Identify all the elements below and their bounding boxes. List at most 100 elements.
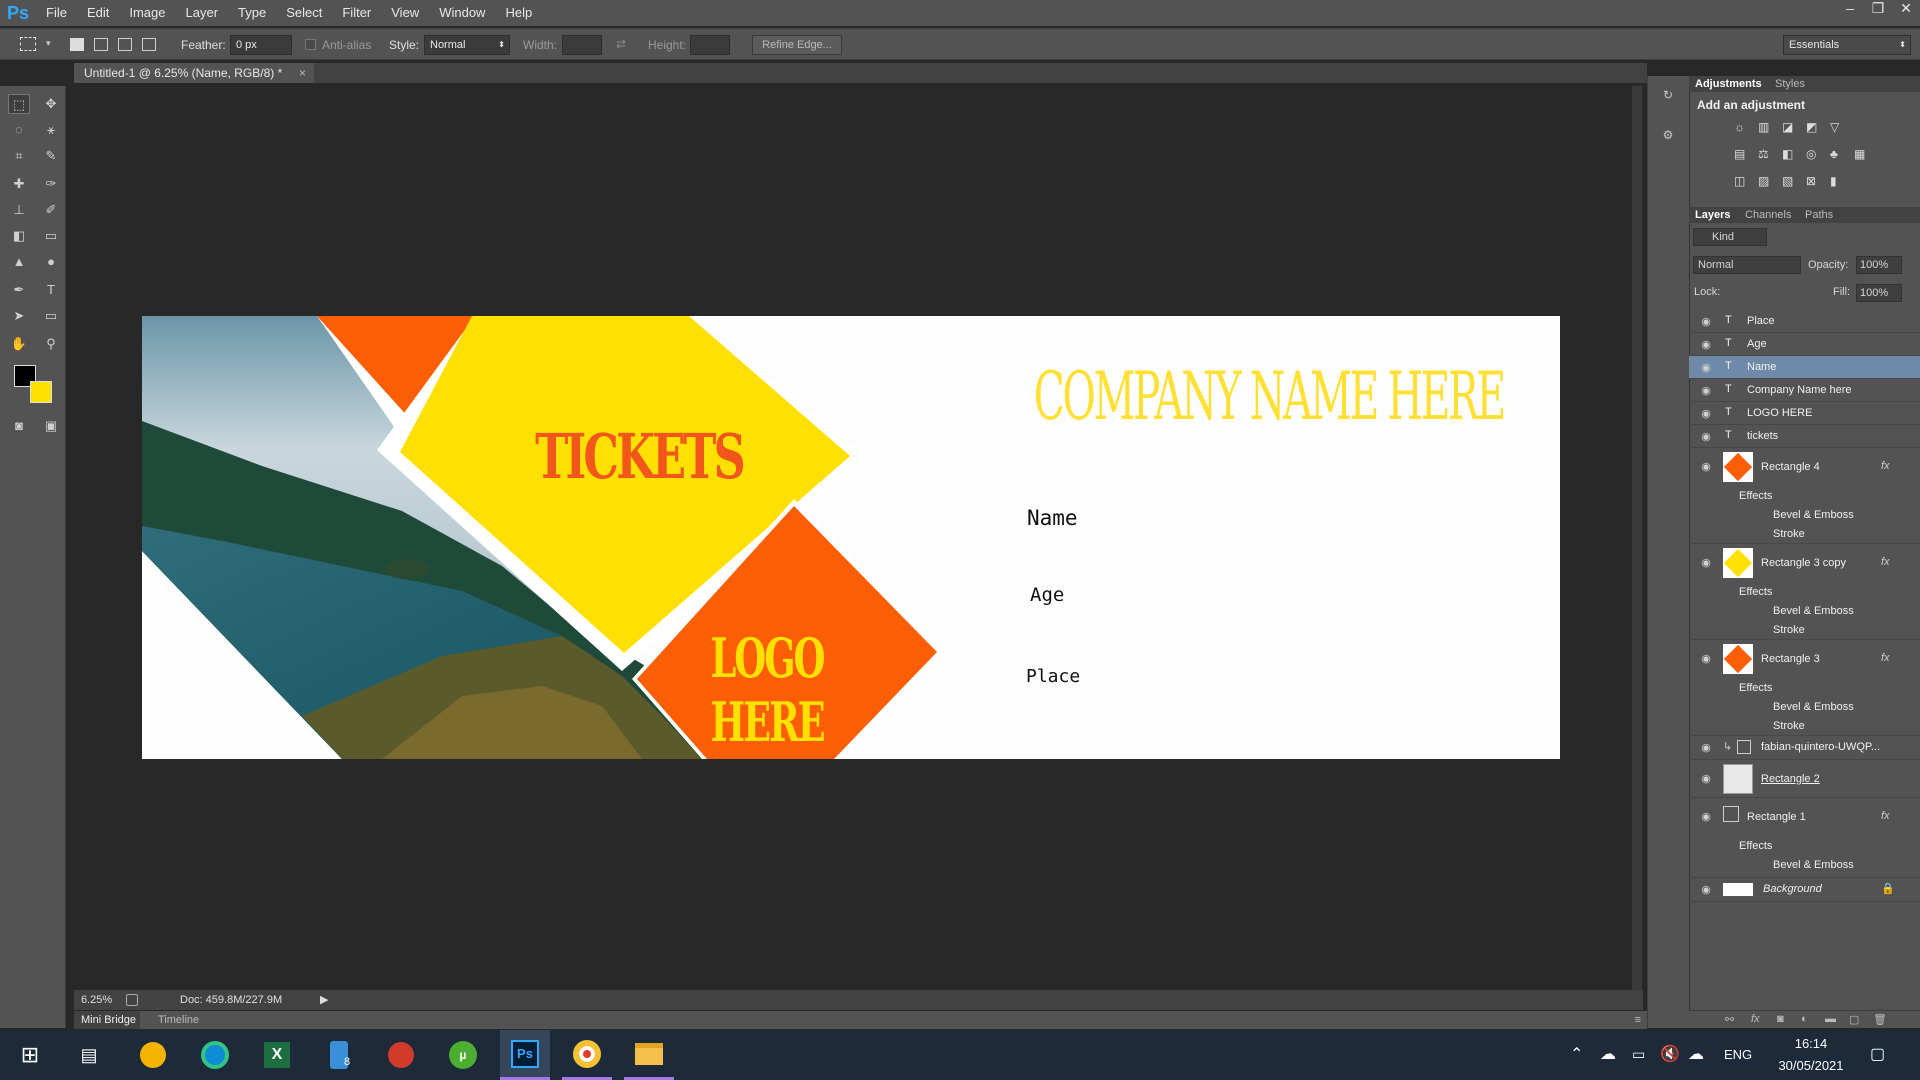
add-selection-icon[interactable] xyxy=(94,38,108,51)
selective-color-icon[interactable]: ⊠ xyxy=(1806,174,1816,188)
dodge-tool-icon[interactable]: ● xyxy=(40,252,62,272)
eyedropper-icon[interactable]: ✎ xyxy=(40,146,62,166)
layer-row[interactable]: ◉ T Place xyxy=(1689,310,1920,333)
eye-icon[interactable]: ◉ xyxy=(1699,556,1713,569)
play-arrow-icon[interactable]: ▶ xyxy=(320,990,328,1010)
refine-edge-button[interactable]: Refine Edge... xyxy=(752,35,842,55)
blur-tool-icon[interactable]: ▲ xyxy=(8,252,30,272)
cloud-sync-icon[interactable]: ☁ xyxy=(1600,1044,1616,1064)
excel-icon[interactable]: X xyxy=(252,1030,302,1080)
tab-layers[interactable]: Layers xyxy=(1695,207,1730,223)
windows-start-icon[interactable]: ⊞ xyxy=(5,1030,55,1080)
menu-window[interactable]: Window xyxy=(429,0,495,26)
zoom-level[interactable]: 6.25% xyxy=(81,990,112,1010)
feather-input[interactable]: 0 px xyxy=(230,35,292,55)
volume-muted-icon[interactable]: 🔇 xyxy=(1660,1044,1680,1064)
tab-styles[interactable]: Styles xyxy=(1775,76,1805,92)
layer-group-rect1[interactable]: ◉ Rectangle 1 fx Effects Bevel & Emboss xyxy=(1689,798,1920,878)
weather-icon[interactable] xyxy=(128,1030,178,1080)
history-icon[interactable]: ↻ xyxy=(1658,88,1678,106)
threshold-icon[interactable]: ▧ xyxy=(1782,174,1793,188)
eye-icon[interactable]: ◉ xyxy=(1699,407,1713,420)
eye-icon[interactable]: ◉ xyxy=(1699,460,1713,473)
hand-tool-icon[interactable]: ✋ xyxy=(8,334,30,354)
tab-mini-bridge[interactable]: Mini Bridge xyxy=(74,1011,140,1029)
layer-row[interactable]: ◉ Ttickets xyxy=(1689,425,1920,448)
invert-icon[interactable]: ◫ xyxy=(1734,174,1745,188)
gradient-icon[interactable]: ▭ xyxy=(40,226,62,246)
document-tab[interactable]: Untitled-1 @ 6.25% (Name, RGB/8) * × xyxy=(74,63,314,83)
hue-saturation-icon[interactable]: ▤ xyxy=(1734,147,1745,161)
trash-icon[interactable]: 🗑 xyxy=(1873,1013,1887,1026)
quick-mask-icon[interactable]: ◙ xyxy=(8,416,30,436)
eye-icon[interactable]: ◉ xyxy=(1699,361,1713,374)
layer-group-rect3copy[interactable]: ◉ Rectangle 3 copy fx Effects Bevel & Em… xyxy=(1689,544,1920,640)
minimize-button[interactable]: – xyxy=(1836,0,1864,20)
menu-filter[interactable]: Filter xyxy=(332,0,381,26)
menu-file[interactable]: File xyxy=(36,0,77,26)
battery-icon[interactable]: ▭ xyxy=(1632,1046,1645,1063)
close-tab-icon[interactable]: × xyxy=(299,63,306,83)
fx-icon[interactable]: fx xyxy=(1881,556,1890,568)
brightness-icon[interactable]: ☼ xyxy=(1734,120,1745,134)
workspace-select[interactable]: Essentials ⬍ xyxy=(1783,35,1911,55)
eye-icon[interactable]: ◉ xyxy=(1699,384,1713,397)
utorrent-icon[interactable]: µ xyxy=(438,1030,488,1080)
exposure-icon[interactable]: ◩ xyxy=(1806,120,1817,134)
layer-row[interactable]: ◉ T Age xyxy=(1689,333,1920,356)
eye-icon[interactable]: ◉ xyxy=(1699,430,1713,443)
black-white-icon[interactable]: ◧ xyxy=(1782,147,1793,161)
layer-row[interactable]: ◉ ↳ fabian-quintero-UWQP... xyxy=(1689,736,1920,760)
restore-button[interactable]: ❐ xyxy=(1864,0,1892,20)
width-input[interactable] xyxy=(562,35,602,55)
menu-view[interactable]: View xyxy=(381,0,429,26)
color-lookup-icon[interactable]: ▦ xyxy=(1854,147,1865,161)
link-icon[interactable]: ⚯ xyxy=(1725,1013,1734,1026)
task-view-icon[interactable]: ▤ xyxy=(64,1030,114,1080)
mask-icon[interactable]: ◙ xyxy=(1777,1013,1784,1025)
menu-select[interactable]: Select xyxy=(276,0,332,26)
channel-mixer-icon[interactable]: ♣ xyxy=(1830,147,1838,161)
clock-time[interactable]: 16:14 xyxy=(1776,1036,1846,1051)
levels-icon[interactable]: ▥ xyxy=(1758,120,1769,134)
eye-icon[interactable]: ◉ xyxy=(1699,810,1713,823)
marquee-tool-icon[interactable] xyxy=(20,37,36,51)
layer-group-rect4[interactable]: ◉ Rectangle 4 fx Effects Bevel & Emboss … xyxy=(1689,448,1920,544)
lasso-tool-icon[interactable]: ◌ xyxy=(8,120,30,140)
vertical-scrollbar[interactable] xyxy=(1632,86,1642,991)
curves-icon[interactable]: ◪ xyxy=(1782,120,1793,134)
fx-icon[interactable]: fx xyxy=(1751,1013,1760,1025)
close-button[interactable]: ✕ xyxy=(1892,0,1920,20)
subtract-selection-icon[interactable] xyxy=(118,38,132,51)
share-icon[interactable] xyxy=(126,994,138,1006)
tab-timeline[interactable]: Timeline xyxy=(158,1011,199,1029)
burner-icon[interactable] xyxy=(376,1030,426,1080)
crop-tool-icon[interactable]: ⌗ xyxy=(8,146,30,166)
layer-group-rect3[interactable]: ◉ Rectangle 3 fx Effects Bevel & Emboss … xyxy=(1689,640,1920,736)
menu-help[interactable]: Help xyxy=(495,0,542,26)
posterize-icon[interactable]: ▨ xyxy=(1758,174,1769,188)
layer-row[interactable]: ◉ Background 🔒 xyxy=(1689,878,1920,902)
onedrive-icon[interactable]: ☁ xyxy=(1688,1044,1704,1064)
new-layer-icon[interactable]: ▢ xyxy=(1849,1013,1859,1026)
folder-icon[interactable]: ▬ xyxy=(1825,1013,1836,1025)
gradient-map-icon[interactable]: ▮ xyxy=(1830,174,1837,188)
properties-icon[interactable]: ⚙ xyxy=(1658,128,1678,146)
eye-icon[interactable]: ◉ xyxy=(1699,338,1713,351)
clock-date[interactable]: 30/05/2021 xyxy=(1766,1058,1856,1073)
layer-row[interactable]: ◉ T LOGO HERE xyxy=(1689,402,1920,425)
vibrance-icon[interactable]: ▽ xyxy=(1830,120,1839,134)
blend-mode-select[interactable]: Normal xyxy=(1693,256,1801,274)
move-tool-icon[interactable]: ✥ xyxy=(40,94,62,114)
antialias-checkbox[interactable] xyxy=(305,39,316,50)
photoshop-taskbar-icon[interactable]: Ps xyxy=(500,1030,550,1080)
intersect-selection-icon[interactable] xyxy=(142,38,156,51)
fx-icon[interactable]: fx xyxy=(1881,652,1890,664)
photo-filter-icon[interactable]: ◎ xyxy=(1806,147,1816,161)
eye-icon[interactable]: ◉ xyxy=(1699,652,1713,665)
path-selection-icon[interactable]: ➤ xyxy=(8,306,30,326)
menu-image[interactable]: Image xyxy=(119,0,175,26)
pen-tool-icon[interactable]: ✒ xyxy=(8,280,30,300)
file-explorer-icon[interactable] xyxy=(624,1030,674,1080)
menu-layer[interactable]: Layer xyxy=(176,0,229,26)
